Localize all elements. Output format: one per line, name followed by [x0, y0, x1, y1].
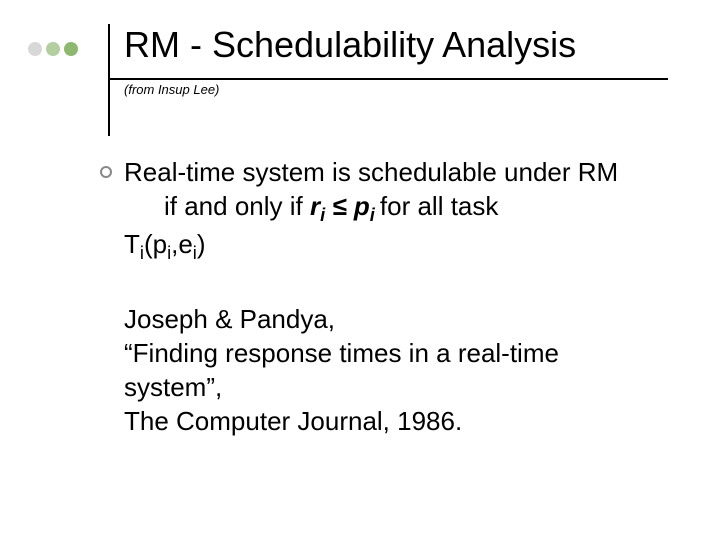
paren-open: (p [144, 229, 167, 259]
comma-e: ,e [171, 229, 193, 259]
slide-title: RM - Schedulability Analysis [124, 24, 576, 66]
line-1: Real-time system is schedulable under RM [124, 157, 618, 187]
spacer [124, 269, 664, 303]
var-r: r [310, 191, 320, 221]
slide-body: Real-time system is schedulable under RM… [124, 156, 664, 439]
bullet-item: Real-time system is schedulable under RM… [124, 156, 664, 265]
reference-block: Joseph & Pandya, “Finding response times… [124, 303, 664, 438]
line-2-post: for all task [380, 191, 499, 221]
bullet-icon [100, 166, 112, 178]
dot-icon [46, 42, 60, 56]
var-T: T [124, 229, 140, 259]
slide: RM - Schedulability Analysis (from Insup… [0, 0, 720, 540]
body-text: Real-time system is schedulable under RM… [124, 156, 618, 265]
leq-symbol: ≤ [325, 191, 354, 221]
ref-line-2: “Finding response times in a real-time s… [124, 338, 559, 402]
ref-line-1: Joseph & Pandya, [124, 304, 335, 334]
decorative-dots [28, 42, 78, 56]
horizontal-divider [108, 78, 668, 80]
sub-i: i [370, 205, 380, 225]
slide-subtitle: (from Insup Lee) [124, 82, 219, 97]
paren-close: ) [197, 229, 206, 259]
line-2-pre: if and only if [164, 191, 310, 221]
var-p: p [354, 191, 370, 221]
dot-icon [28, 42, 42, 56]
indent-spacer [124, 191, 164, 221]
ref-line-3: The Computer Journal, 1986. [124, 406, 462, 436]
dot-icon [64, 42, 78, 56]
vertical-divider [108, 24, 110, 136]
